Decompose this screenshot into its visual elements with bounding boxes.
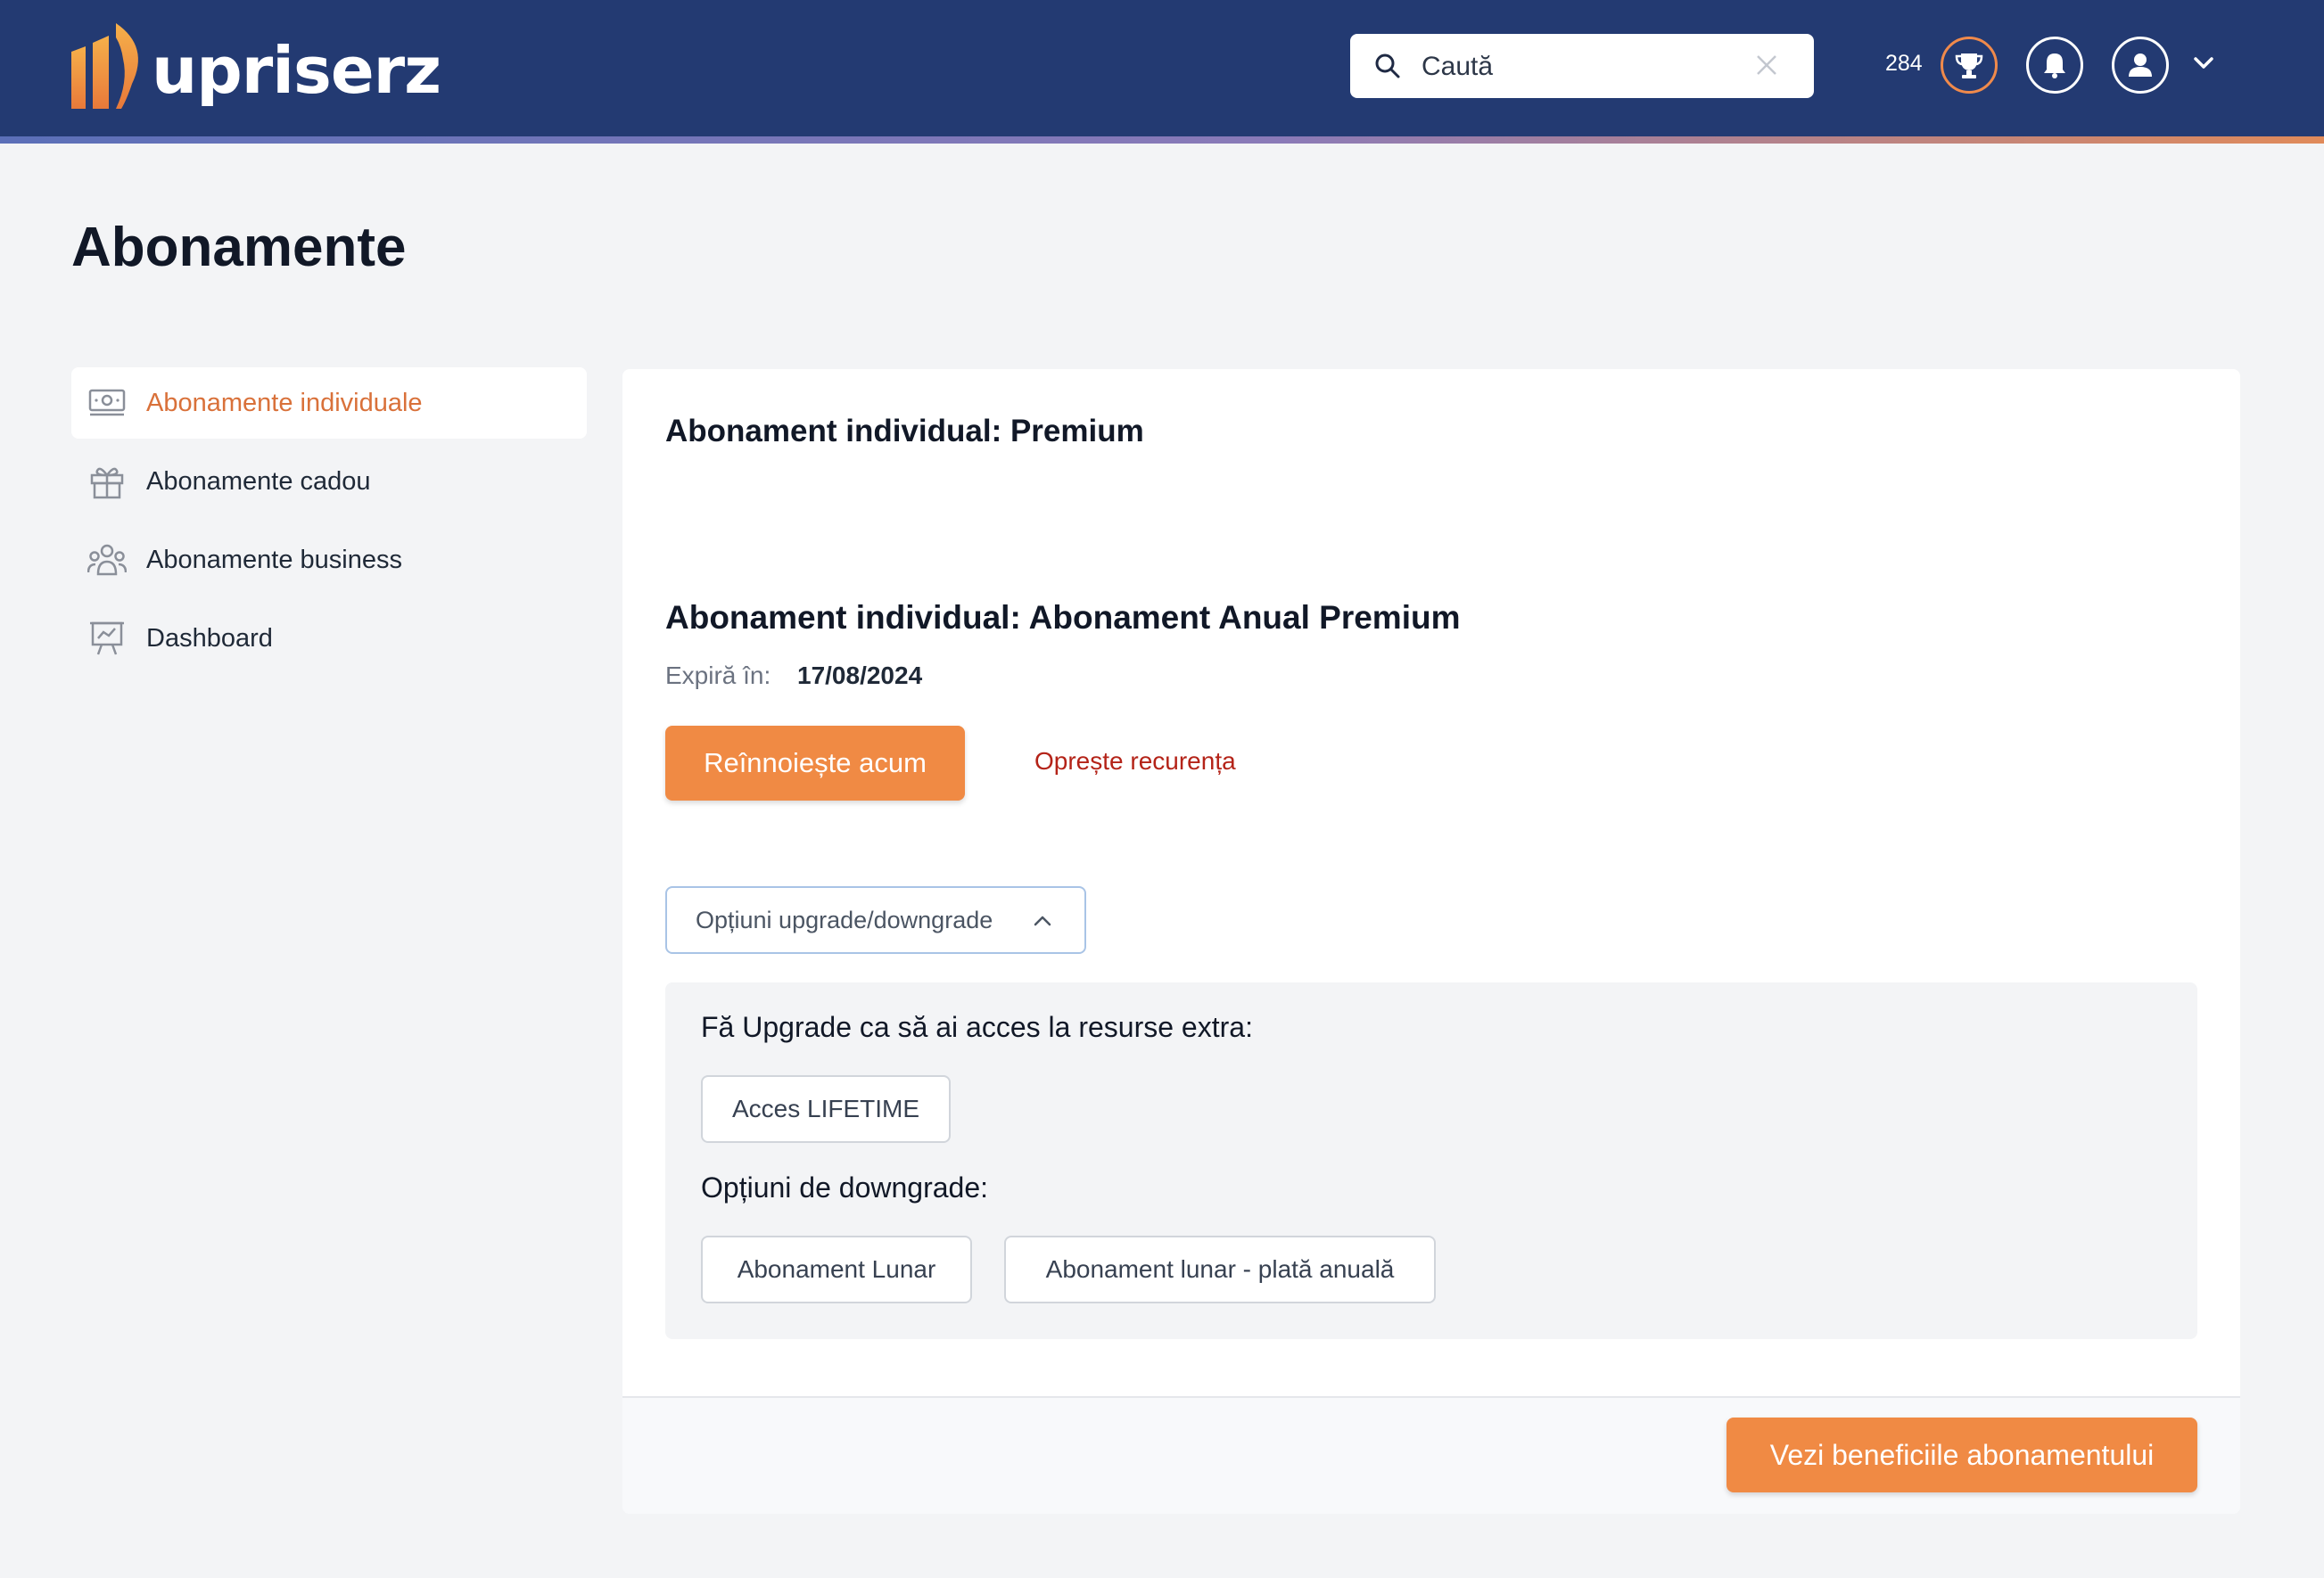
points-count: 284 [1885,51,1923,76]
expires-date: 17/08/2024 [797,662,923,689]
brand-logo[interactable]: upriserz [70,20,441,118]
view-benefits-button[interactable]: Vezi beneficiile abonamentului [1727,1418,2197,1492]
sidebar-item-gift[interactable]: Abonamente cadou [71,446,587,517]
search-box[interactable]: Caută [1350,34,1814,98]
search-icon [1375,53,1400,78]
sidebar-item-business[interactable]: Abonamente business [71,524,587,596]
sidebar-item-label: Dashboard [146,623,273,653]
presentation-chart-icon [87,619,127,658]
upgrade-downgrade-label: Opțiuni upgrade/downgrade [696,906,993,933]
top-navigation-bar: upriserz Caută 284 [0,0,2324,136]
sidebar-item-label: Abonamente individuale [146,388,423,417]
subscription-card: Abonament individual: Premium Abonament … [622,369,2240,1514]
user-icon [2129,53,2152,77]
downgrade-title: Opțiuni de downgrade: [701,1171,988,1204]
money-icon [87,383,127,423]
clear-icon[interactable] [1753,52,1780,78]
brand-name: upriserz [152,33,441,108]
search-input[interactable]: Caută [1422,52,1493,82]
gift-icon [87,462,127,501]
page-title: Abonamente [71,217,407,278]
sidebar-item-dashboard[interactable]: Dashboard [71,603,587,674]
chevron-up-icon [1034,916,1051,926]
subscription-annual-title: Abonament individual: Abonament Anual Pr… [665,599,1461,636]
plan-monthly-annual-button[interactable]: Abonament lunar - plată anuală [1004,1236,1436,1303]
subscription-premium-title: Abonament individual: Premium [665,414,1144,448]
sidebar-item-label: Abonamente business [146,545,402,574]
sidebar-item-individual[interactable]: Abonamente individuale [71,367,587,439]
user-menu-button[interactable] [2112,37,2169,94]
trophy-button[interactable] [1941,37,1998,94]
stop-recurrence-link[interactable]: Oprește recurența [1034,747,1236,776]
upgrade-downgrade-toggle[interactable]: Opțiuni upgrade/downgrade [665,886,1086,954]
notifications-button[interactable] [2026,37,2083,94]
plan-lifetime-button[interactable]: Acces LIFETIME [701,1075,951,1143]
renew-button[interactable]: Reînnoiește acum [665,726,965,801]
upgrade-title: Fă Upgrade ca să ai acces la resurse ext… [701,1011,1253,1043]
sidebar: Abonamente individuale Abonamente cadou … [71,367,587,681]
expires-label: Expiră în: [665,662,771,689]
options-panel: Fă Upgrade ca să ai acces la resurse ext… [665,982,2197,1339]
plan-monthly-button[interactable]: Abonament Lunar [701,1236,972,1303]
bell-icon [2044,53,2065,78]
header-accent-line [0,136,2324,144]
chevron-down-icon[interactable] [2192,55,2215,71]
users-icon [87,540,127,579]
sidebar-item-label: Abonamente cadou [146,466,371,496]
logo-mark-icon [71,23,138,109]
trophy-icon [1955,53,1983,78]
